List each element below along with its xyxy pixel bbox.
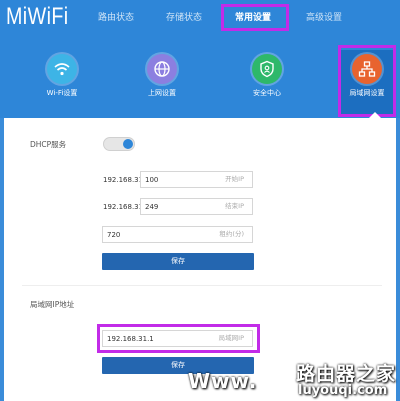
end-ip-field[interactable]: 结束IP bbox=[140, 198, 253, 215]
feature-security-center[interactable]: 安全中心 bbox=[232, 50, 302, 114]
feature-lan-settings[interactable]: 局域网设置 bbox=[338, 50, 396, 114]
feature-label: Wi-Fi设置 bbox=[46, 89, 78, 97]
start-ip-input[interactable] bbox=[145, 172, 205, 187]
lan-ip-title: 局域网IP地址 bbox=[30, 300, 75, 309]
shield-icon bbox=[252, 54, 282, 84]
network-icon bbox=[352, 54, 382, 84]
watermark-url: Www. bbox=[188, 369, 258, 393]
start-ip-field[interactable]: 开始IP bbox=[140, 171, 253, 188]
feature-label: 安全中心 bbox=[253, 89, 281, 97]
section-divider bbox=[22, 285, 382, 286]
feature-internet-settings[interactable]: 上网设置 bbox=[127, 50, 197, 114]
start-ip-prefix: 192.168.31 bbox=[103, 176, 144, 184]
tab-storage-status[interactable]: 存储状态 bbox=[160, 6, 208, 30]
dhcp-title: DHCP服务 bbox=[30, 140, 67, 149]
toggle-knob bbox=[123, 139, 133, 149]
watermark-sub: luyouqi.com bbox=[298, 383, 388, 398]
top-header: MiWiFi 路由状态 存储状态 常用设置 高级设置 Wi-Fi设置 上网设置 … bbox=[0, 0, 400, 118]
wifi-icon bbox=[47, 54, 77, 84]
watermark-brand: 路由器之家 bbox=[296, 363, 397, 385]
tab-common-settings[interactable]: 常用设置 bbox=[225, 6, 281, 30]
tab-router-status[interactable]: 路由状态 bbox=[92, 6, 140, 30]
end-ip-input[interactable] bbox=[145, 199, 205, 214]
lease-hint: 租约(分) bbox=[219, 230, 244, 238]
dhcp-toggle[interactable] bbox=[103, 137, 135, 151]
end-ip-hint: 结束IP bbox=[225, 202, 244, 210]
lan-ip-input[interactable] bbox=[107, 331, 167, 346]
lan-ip-field[interactable]: 局域网IP bbox=[102, 330, 253, 347]
tab-advanced-settings[interactable]: 高级设置 bbox=[300, 6, 348, 30]
miwifi-logo[interactable]: MiWiFi bbox=[6, 2, 82, 32]
feature-label: 局域网设置 bbox=[349, 89, 385, 97]
end-ip-prefix: 192.168.31 bbox=[103, 203, 144, 211]
feature-label: 上网设置 bbox=[148, 89, 176, 97]
globe-icon bbox=[147, 54, 177, 84]
watermark: Www. 路由器之家 luyouqi.com bbox=[188, 357, 398, 401]
active-pointer bbox=[369, 112, 381, 118]
dhcp-save-button[interactable]: 保存 bbox=[102, 253, 254, 270]
lease-input[interactable] bbox=[107, 227, 167, 242]
start-ip-hint: 开始IP bbox=[225, 175, 244, 183]
lan-ip-hint: 局域网IP bbox=[218, 334, 244, 342]
feature-wifi-settings[interactable]: Wi-Fi设置 bbox=[27, 50, 97, 114]
lease-field[interactable]: 租约(分) bbox=[102, 226, 253, 243]
